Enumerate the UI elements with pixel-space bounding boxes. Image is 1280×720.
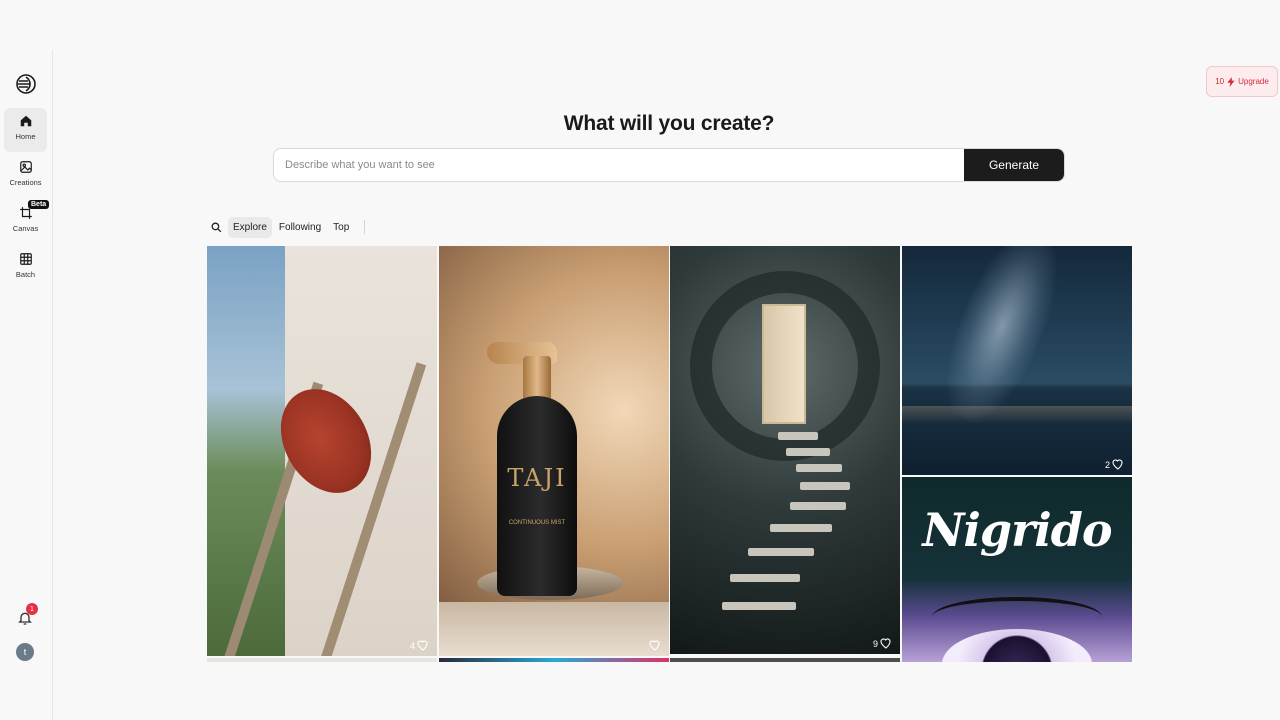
feed-tile-sky[interactable]: 2 [902, 246, 1132, 475]
tab-divider [364, 220, 366, 234]
notification-badge: 1 [26, 603, 38, 615]
tile-art [770, 524, 832, 532]
lightning-icon [1227, 76, 1235, 87]
tab-top[interactable]: Top [328, 217, 354, 238]
bottle-label: CONTINUOUS MIST [508, 520, 566, 526]
feed-grid: 4 TAJI CONTINUOUS MIST 9 2 Nigrido [207, 246, 1132, 662]
tab-following[interactable]: Following [274, 217, 326, 238]
heart-icon [880, 638, 891, 649]
heart-icon [1112, 459, 1123, 470]
like-counter[interactable]: 4 [410, 640, 429, 651]
tile-art [796, 464, 842, 472]
bottle-brand: TAJI [507, 464, 567, 492]
like-counter[interactable]: 9 [873, 638, 892, 649]
tile-art [722, 602, 796, 610]
sidebar-item-canvas[interactable]: Canvas Beta [4, 200, 50, 244]
heart-icon [417, 640, 428, 651]
sidebar-item-label: Batch [15, 270, 36, 279]
tile-art [786, 448, 830, 456]
sidebar-item-batch[interactable]: Batch [4, 246, 47, 290]
tile-art [762, 304, 806, 424]
tile-art [730, 574, 800, 582]
sidebar-item-label: Creations [9, 178, 42, 187]
app-root: Home Creations Canvas Beta Batch 1 t 10 … [0, 0, 1280, 720]
feed-tile-perfume[interactable]: TAJI CONTINUOUS MIST [439, 246, 669, 656]
prompt-bar: Generate [273, 148, 1065, 182]
tile-art [778, 432, 818, 440]
credits-count: 10 [1215, 77, 1225, 86]
search-icon[interactable] [206, 217, 226, 237]
sidebar: Home Creations Canvas Beta Batch 1 t [0, 50, 53, 720]
heart-icon [649, 640, 660, 651]
tile-art [523, 356, 551, 401]
grid-icon [19, 253, 32, 265]
feed-tile-nigrido[interactable]: Nigrido [902, 477, 1132, 662]
sidebar-item-creations[interactable]: Creations [4, 154, 47, 198]
tile-art [497, 396, 577, 596]
like-count: 4 [409, 640, 415, 651]
image-icon [19, 161, 32, 173]
page-title: What will you create? [563, 112, 775, 135]
generate-button[interactable]: Generate [964, 149, 1064, 181]
feed-tile-partial[interactable] [670, 658, 900, 662]
app-logo-icon[interactable] [14, 72, 38, 96]
tile-art [439, 602, 669, 656]
feed-tile-partial[interactable] [439, 658, 669, 662]
feed-tabs: Explore Following Top [206, 216, 366, 238]
upgrade-button[interactable]: 10 Upgrade [1206, 66, 1278, 97]
like-count: 9 [872, 638, 878, 649]
prompt-input[interactable] [274, 149, 964, 181]
tab-explore[interactable]: Explore [228, 216, 272, 238]
tile-art [790, 502, 846, 510]
tile-art [800, 482, 850, 490]
upgrade-label: Upgrade [1238, 77, 1269, 86]
feed-tile-partial[interactable] [207, 658, 437, 662]
artwork-title: Nigrido [922, 503, 1112, 557]
feed-tile-hat[interactable]: 4 [207, 246, 437, 656]
like-counter[interactable] [649, 640, 661, 651]
sidebar-item-label: Canvas [12, 224, 39, 233]
beta-badge: Beta [28, 200, 50, 209]
feed-tile-door[interactable]: 9 [670, 246, 900, 654]
avatar[interactable]: t [16, 643, 34, 661]
tile-art [902, 406, 1132, 424]
tile-art [748, 548, 814, 556]
like-count: 2 [1104, 459, 1110, 470]
like-counter[interactable]: 2 [1105, 459, 1124, 470]
